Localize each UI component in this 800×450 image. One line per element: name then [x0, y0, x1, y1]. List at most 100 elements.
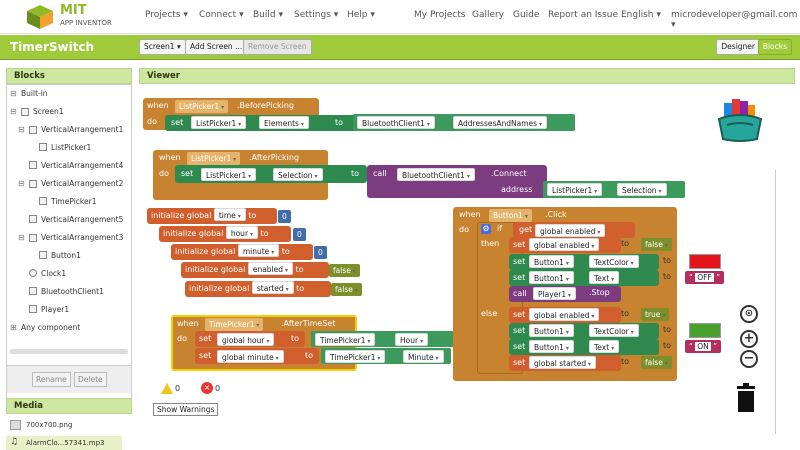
component-dropdown[interactable]: Button1	[529, 340, 574, 353]
collapse-icon[interactable]: ⊟	[18, 179, 25, 188]
menu-account[interactable]: microdeveloper@gmail.com ▾	[671, 10, 800, 30]
component-dropdown[interactable]: Player1	[533, 287, 577, 300]
tree-player1[interactable]: Player1	[41, 305, 69, 314]
blocks-button[interactable]: Blocks	[757, 39, 792, 55]
property-dropdown[interactable]: AddressesAndNames	[453, 116, 547, 129]
backpack-icon[interactable]	[715, 95, 765, 143]
zoom-in-icon[interactable]: +	[740, 330, 758, 348]
menu-help[interactable]: Help ▾	[347, 10, 375, 20]
property-dropdown[interactable]: Selection	[617, 183, 667, 196]
init-global-minute[interactable]: initialize global minute to	[171, 244, 313, 260]
menu-settings[interactable]: Settings ▾	[294, 10, 338, 20]
component-dropdown[interactable]: TimePicker1	[205, 318, 264, 331]
boolean-false[interactable]: false	[641, 356, 672, 369]
init-global-started[interactable]: initialize global started to	[185, 281, 331, 297]
component-dropdown[interactable]: ListPicker1	[547, 183, 603, 196]
blocks-workspace[interactable]: when ListPicker1 .BeforePicking do set L…	[141, 87, 776, 434]
component-dropdown[interactable]: Button1	[529, 271, 574, 284]
text-off[interactable]: “ OFF ”	[685, 271, 725, 284]
component-dropdown[interactable]: Button1	[529, 324, 574, 337]
menu-gallery[interactable]: Gallery	[472, 10, 504, 20]
component-dropdown[interactable]: BluetoothClient1	[397, 168, 475, 181]
tree-button1[interactable]: Button1	[51, 251, 81, 260]
tree-listpicker1[interactable]: ListPicker1	[51, 143, 91, 152]
tree-bluetoothclient1[interactable]: BluetoothClient1	[41, 287, 104, 296]
app-inventor-logo[interactable]: MIT APP INVENTOR	[26, 2, 136, 32]
init-global-enabled[interactable]: initialize global enabled to	[181, 262, 329, 278]
tree-timepicker1[interactable]: TimePicker1	[51, 197, 96, 206]
screen-select[interactable]: Screen1 ▾	[139, 39, 186, 55]
tree-vertical-arrangement4[interactable]: VerticalArrangement4	[41, 161, 123, 170]
property-dropdown[interactable]: TextColor	[589, 324, 639, 337]
component-dropdown[interactable]: TimePicker1	[315, 333, 376, 346]
var-name-started[interactable]: started	[251, 281, 294, 294]
menu-language[interactable]: English ▾	[621, 10, 661, 20]
menu-connect[interactable]: Connect ▾	[199, 10, 244, 20]
component-dropdown[interactable]: ListPicker1	[191, 116, 247, 129]
var-dropdown[interactable]: global enabled	[535, 224, 606, 237]
collapse-icon[interactable]: ⊟	[18, 125, 25, 134]
boolean-true[interactable]: true	[641, 308, 670, 321]
tree-scrollbar[interactable]	[10, 349, 128, 354]
property-dropdown[interactable]: Text	[589, 340, 620, 353]
property-dropdown[interactable]: Hour	[395, 333, 428, 346]
gear-icon[interactable]: ⚙	[481, 224, 491, 234]
rename-button[interactable]: Rename	[32, 372, 71, 387]
component-dropdown[interactable]: BluetoothClient1	[357, 116, 435, 129]
menu-guide[interactable]: Guide	[513, 10, 539, 20]
component-dropdown[interactable]: Button1	[489, 209, 532, 222]
menu-report-issue[interactable]: Report an Issue	[548, 10, 618, 20]
collapse-icon[interactable]: ⊟	[10, 89, 17, 98]
component-dropdown[interactable]: TimePicker1	[325, 350, 386, 363]
number-value[interactable]: 0	[293, 228, 306, 241]
color-green-swatch[interactable]	[689, 323, 721, 338]
add-screen-button[interactable]: Add Screen ...	[185, 39, 248, 55]
tree-any-component[interactable]: Any component	[21, 323, 80, 332]
workspace-vertical-scrollbar[interactable]	[775, 169, 776, 434]
component-dropdown[interactable]: Button1	[529, 255, 574, 268]
var-dropdown[interactable]: global enabled	[529, 308, 600, 321]
property-dropdown[interactable]: Minute	[403, 350, 444, 363]
color-red-swatch[interactable]	[689, 254, 721, 269]
media-item[interactable]: 700x700.png	[26, 421, 72, 429]
tree-vertical-arrangement2[interactable]: VerticalArrangement2	[41, 179, 123, 188]
center-target-icon[interactable]: ⊙	[740, 305, 758, 323]
trash-icon[interactable]	[735, 383, 757, 413]
boolean-false[interactable]: false	[329, 264, 360, 277]
tree-vertical-arrangement1[interactable]: VerticalArrangement1	[41, 125, 123, 134]
property-dropdown[interactable]: Elements	[259, 116, 309, 129]
designer-button[interactable]: Designer	[716, 39, 760, 55]
var-dropdown[interactable]: global started	[529, 356, 597, 369]
tree-clock1[interactable]: Clock1	[41, 269, 66, 278]
boolean-false[interactable]: false	[331, 283, 362, 296]
menu-my-projects[interactable]: My Projects	[414, 10, 465, 20]
var-name-hour[interactable]: hour	[225, 226, 258, 239]
tree-screen1[interactable]: Screen1	[33, 107, 64, 116]
init-global-hour[interactable]: initialize global hour to	[159, 226, 291, 242]
property-dropdown[interactable]: Selection	[273, 168, 323, 181]
menu-build[interactable]: Build ▾	[253, 10, 283, 20]
var-dropdown[interactable]: global enabled	[529, 238, 600, 251]
boolean-false[interactable]: false	[641, 238, 672, 251]
var-dropdown[interactable]: global minute	[217, 350, 284, 363]
number-value[interactable]: 0	[278, 210, 291, 223]
component-dropdown[interactable]: ListPicker1	[187, 152, 241, 165]
tree-vertical-arrangement3[interactable]: VerticalArrangement3	[41, 233, 123, 242]
var-name-enabled[interactable]: enabled	[247, 262, 293, 275]
show-warnings-button[interactable]: Show Warnings	[153, 403, 219, 416]
collapse-icon[interactable]: ⊟	[10, 107, 17, 116]
property-dropdown[interactable]: TextColor	[589, 255, 639, 268]
remove-screen-button[interactable]: Remove Screen	[243, 39, 312, 55]
error-icon[interactable]: ×	[201, 382, 213, 394]
init-global-time[interactable]: initialize global time to	[147, 208, 277, 224]
var-dropdown[interactable]: global hour	[217, 333, 275, 346]
delete-button[interactable]: Delete	[74, 372, 107, 387]
component-dropdown[interactable]: ListPicker1	[175, 100, 229, 113]
text-on[interactable]: “ ON ”	[685, 340, 722, 353]
var-name-minute[interactable]: minute	[237, 244, 280, 257]
component-dropdown[interactable]: ListPicker1	[201, 168, 257, 181]
collapse-icon[interactable]: ⊟	[18, 233, 25, 242]
warning-icon[interactable]	[161, 383, 173, 394]
expand-icon[interactable]: ⊞	[10, 323, 17, 332]
zoom-out-icon[interactable]: −	[740, 350, 758, 368]
